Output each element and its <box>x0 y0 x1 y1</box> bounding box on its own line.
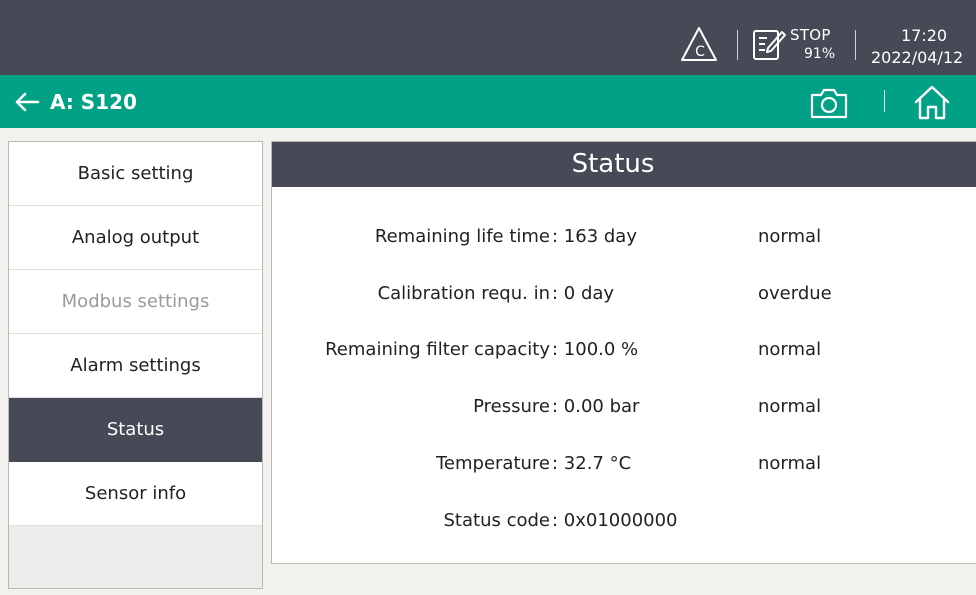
row-label: Calibration requ. in <box>377 283 550 304</box>
row-value: : 0 day <box>552 283 615 304</box>
row-label: Status code <box>443 510 551 531</box>
camera-icon[interactable] <box>808 85 850 121</box>
row-status: overdue <box>758 283 832 304</box>
row-status: normal <box>758 226 822 247</box>
svg-text:C: C <box>695 44 705 60</box>
row-label: Pressure <box>473 396 550 417</box>
sidebar-item-analog-output[interactable]: Analog output <box>9 206 262 270</box>
divider <box>737 30 738 60</box>
status-row: Pressure : 0.00 bar normal <box>272 396 976 426</box>
device-header: A: S120 <box>0 75 976 128</box>
percent-label: 91% <box>804 46 836 62</box>
row-status: normal <box>758 453 822 474</box>
row-value: : 0.00 bar <box>552 396 640 417</box>
clock-time: 17:20 <box>901 26 948 45</box>
row-label: Remaining filter capacity <box>325 339 550 360</box>
status-row: Temperature : 32.7 °C normal <box>272 453 976 483</box>
device-title: A: S120 <box>50 90 137 114</box>
row-value: : 163 day <box>552 226 637 247</box>
status-row: Calibration requ. in : 0 day overdue <box>272 283 976 313</box>
edit-note-icon[interactable] <box>751 26 787 62</box>
row-value: : 0x01000000 <box>552 510 678 531</box>
home-icon[interactable] <box>912 83 952 121</box>
top-status-bar: C STOP 91% 17:20 2022/04/12 <box>0 0 976 75</box>
status-row: Status code : 0x01000000 <box>272 510 976 540</box>
warning-triangle-c-icon[interactable]: C <box>680 26 718 62</box>
divider <box>884 90 885 112</box>
sidebar-item-sensor-info[interactable]: Sensor info <box>9 462 262 526</box>
sidebar-item-alarm-settings[interactable]: Alarm settings <box>9 334 262 398</box>
divider <box>855 30 856 60</box>
back-button[interactable]: A: S120 <box>14 85 137 119</box>
row-label: Temperature <box>435 453 550 474</box>
row-value: : 100.0 % <box>552 339 639 360</box>
arrow-left-icon <box>15 92 40 112</box>
panel-title: Status <box>272 142 976 187</box>
status-row: Remaining filter capacity : 100.0 % norm… <box>272 339 976 369</box>
status-row: Remaining life time : 163 day normal <box>272 226 976 256</box>
row-value: : 32.7 °C <box>552 453 632 474</box>
sidebar-item-modbus-settings[interactable]: Modbus settings <box>9 270 262 334</box>
sidebar-item-status[interactable]: Status <box>9 398 262 462</box>
row-status: normal <box>758 339 822 360</box>
row-status: normal <box>758 396 822 417</box>
run-state-label: STOP <box>790 26 831 44</box>
settings-sidebar: Basic setting Analog output Modbus setti… <box>8 141 263 589</box>
row-label: Remaining life time <box>374 226 550 247</box>
status-panel: Status Remaining life time : 163 day nor… <box>271 141 976 564</box>
sidebar-item-basic-setting[interactable]: Basic setting <box>9 142 262 206</box>
clock-date: 2022/04/12 <box>871 48 964 67</box>
